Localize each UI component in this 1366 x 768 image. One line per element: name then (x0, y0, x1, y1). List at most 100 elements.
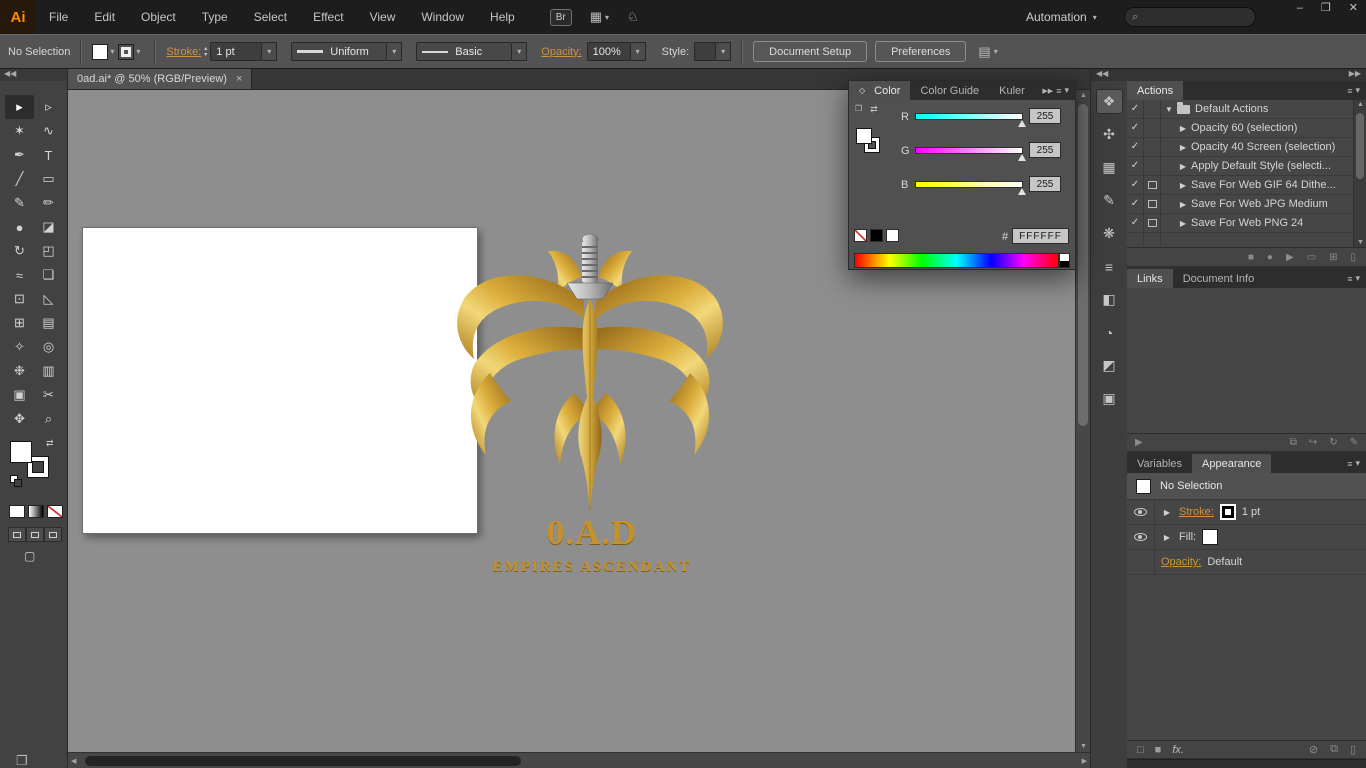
opacity-link[interactable]: Opacity: (1161, 556, 1201, 568)
menu-file[interactable]: File (36, 0, 81, 34)
direct-selection-tool[interactable]: ▹ (34, 95, 63, 119)
preferences-button[interactable]: Preferences (875, 41, 967, 62)
red-slider[interactable] (915, 113, 1026, 127)
color-spectrum-bar[interactable] (854, 253, 1059, 268)
default-colors-mini-icon[interactable]: ❐ (855, 104, 862, 115)
swap-colors-icon[interactable]: ⇄ (870, 104, 878, 115)
fill-swatch[interactable] (10, 441, 32, 463)
draw-normal-button[interactable] (8, 527, 26, 542)
record-icon[interactable]: ● (1267, 252, 1273, 263)
action-row[interactable]: ✓ ▶ Opacity 60 (selection) (1127, 119, 1366, 138)
tab-variables[interactable]: Variables (1127, 454, 1192, 473)
stroke-panel-icon[interactable]: ≡ (1096, 254, 1123, 279)
dialog-toggle-cell[interactable] (1144, 119, 1161, 137)
mesh-tool[interactable]: ⊞ (5, 311, 34, 335)
blue-slider[interactable] (915, 181, 1026, 195)
appearance-row-fill[interactable]: ▶ Fill: (1127, 525, 1366, 550)
vertical-scroll-thumb[interactable] (1078, 104, 1088, 426)
workspace-switcher[interactable]: Automation ▾ (1026, 0, 1097, 34)
symbols-panel-icon[interactable]: ❋ (1096, 221, 1123, 246)
brush-definition-dropdown[interactable]: Basic (416, 42, 513, 61)
blue-value-field[interactable]: 255 (1029, 176, 1061, 192)
width-profile-dropdown[interactable]: Uniform (291, 42, 388, 61)
relink-icon[interactable]: ⧉ (1290, 437, 1297, 448)
gradient-button[interactable] (28, 505, 44, 518)
green-slider-handle[interactable] (1018, 154, 1026, 161)
scroll-down-icon[interactable]: ▼ (1354, 239, 1366, 246)
new-set-icon[interactable]: ▭ (1307, 252, 1316, 263)
menu-edit[interactable]: Edit (81, 0, 128, 34)
edit-original-icon[interactable]: ✎ (1350, 437, 1358, 448)
transparency-panel-icon[interactable]: ◔ (1096, 320, 1123, 345)
expander-icon[interactable]: ▶ (1175, 143, 1191, 152)
none-swatch[interactable] (854, 229, 867, 242)
magic-wand-tool[interactable]: ✶ (5, 119, 34, 143)
stroke-swatch[interactable] (1219, 504, 1236, 520)
width-tool[interactable]: ≈ (5, 263, 34, 287)
toggle-item-check[interactable]: ✓ (1127, 176, 1144, 194)
collapse-panel-icon[interactable]: ▶▶ (1042, 87, 1053, 95)
fill-swatch[interactable] (1202, 529, 1219, 545)
action-row[interactable]: ✓ ▶ Opacity 40 Screen (selection) (1127, 138, 1366, 157)
new-action-icon[interactable]: ⊞ (1329, 252, 1337, 263)
rotate-tool[interactable]: ↻ (5, 239, 34, 263)
tab-color[interactable]: ◇ Color (849, 81, 911, 100)
chevron-down-icon[interactable]: ▾ (136, 47, 140, 56)
actions-scroll-thumb[interactable] (1356, 113, 1364, 179)
fill-color-swatch[interactable] (92, 43, 109, 60)
chevron-down-icon[interactable]: ▾ (110, 47, 114, 56)
artboard-tool[interactable]: ▣ (5, 383, 34, 407)
dialog-toggle-cell[interactable] (1144, 157, 1161, 175)
document-setup-button[interactable]: Document Setup (753, 41, 868, 62)
swatches-panel-icon[interactable]: ▦ (1096, 155, 1123, 180)
tab-links[interactable]: Links (1127, 269, 1173, 288)
logo-subtitle-text[interactable]: EMPIRES ASCENDANT (442, 559, 742, 576)
add-new-stroke-icon[interactable]: □ (1137, 744, 1144, 756)
action-row[interactable]: ✓ ▶ Apply Default Style (selecti... (1127, 157, 1366, 176)
stroke-link[interactable]: Stroke: (166, 46, 201, 58)
visibility-cell[interactable] (1127, 525, 1155, 549)
panel-menu-icon[interactable]: ▶▶ ≡ ▾ (1042, 81, 1075, 100)
select-similar-options-icon[interactable]: ▤ ▾ (978, 44, 997, 60)
menu-help[interactable]: Help (477, 0, 528, 34)
dialog-toggle-cell[interactable] (1144, 195, 1161, 213)
draw-inside-button[interactable] (44, 527, 62, 542)
stop-playing-icon[interactable]: ■ (1248, 252, 1254, 263)
horizontal-scroll-thumb[interactable] (85, 756, 521, 766)
opacity-field[interactable]: 100% (586, 42, 631, 61)
dialog-toggle-cell[interactable] (1144, 176, 1161, 194)
scroll-down-icon[interactable]: ▼ (1076, 743, 1091, 750)
lasso-tool[interactable]: ∿ (34, 119, 63, 143)
menu-window[interactable]: Window (408, 0, 477, 34)
artboard[interactable] (82, 227, 478, 534)
toggle-item-check[interactable]: ✓ (1127, 214, 1144, 232)
toggle-item-check[interactable]: ✓ (1127, 138, 1144, 156)
toggle-item-check[interactable]: ✓ (1127, 157, 1144, 175)
menu-view[interactable]: View (357, 0, 409, 34)
document-tab[interactable]: 0ad.ai* @ 50% (RGB/Preview) × (68, 69, 253, 89)
green-slider[interactable] (915, 147, 1026, 161)
hand-tool[interactable]: ✥ (5, 407, 34, 431)
line-segment-tool[interactable]: ╱ (5, 167, 34, 191)
shape-builder-tool[interactable]: ⊡ (5, 287, 34, 311)
link-info-toggle-icon[interactable]: ▶ (1135, 437, 1143, 448)
panel-menu-icon[interactable]: ≡ ▾ (1347, 454, 1366, 473)
brush-definition-arrow[interactable]: ▾ (512, 42, 528, 61)
scroll-left-icon[interactable]: ◀ (71, 757, 76, 765)
logo-title-text[interactable]: 0.A.D (482, 513, 702, 553)
restore-button[interactable]: ❐ (1321, 0, 1331, 16)
dialog-toggle-cell[interactable] (1144, 100, 1161, 118)
opacity-dropdown[interactable]: ▾ (630, 42, 646, 61)
scroll-up-icon[interactable]: ▲ (1354, 101, 1366, 108)
type-tool[interactable]: T (34, 143, 63, 167)
style-dropdown-arrow[interactable]: ▾ (716, 42, 732, 61)
expander-icon[interactable]: ▶ (1175, 219, 1191, 228)
style-dropdown[interactable] (694, 42, 717, 61)
action-row[interactable]: ✓ ▼ Default Actions (1127, 100, 1366, 119)
expander-icon[interactable]: ▶ (1175, 162, 1191, 171)
hex-value-field[interactable]: FFFFFF (1012, 228, 1069, 244)
gradient-tool[interactable]: ▤ (34, 311, 63, 335)
visibility-cell[interactable] (1127, 500, 1155, 524)
workspace-tool-icon[interactable]: ♘ (627, 9, 639, 25)
tab-kuler[interactable]: Kuler (989, 81, 1035, 100)
